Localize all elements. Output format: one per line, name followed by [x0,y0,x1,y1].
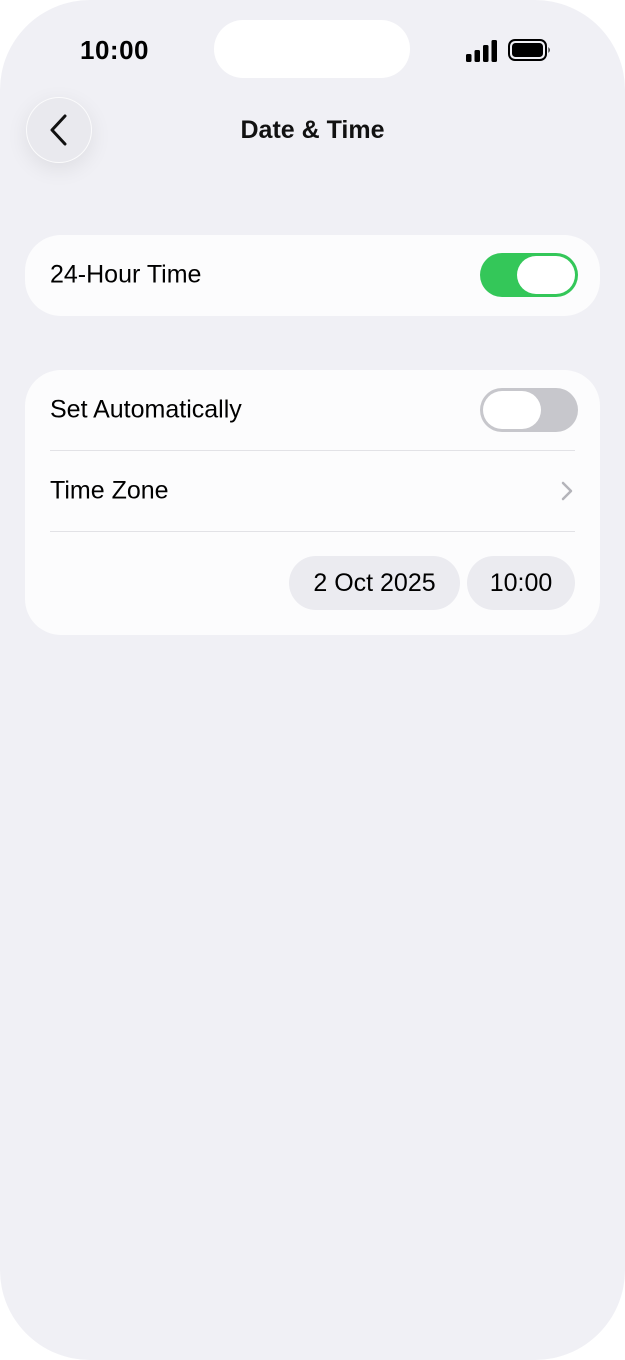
toggle-knob [483,391,541,429]
divider [50,531,575,532]
row-time-zone[interactable]: Time Zone [50,451,578,531]
toggle-24-hour-time[interactable] [480,253,578,297]
row-label-set-automatically: Set Automatically [50,395,242,424]
toggle-set-automatically[interactable] [480,388,578,432]
settings-group-datetime: Set Automatically Time Zone 2 Oct 2025 1… [25,370,600,635]
chevron-right-icon [561,481,573,501]
phone-screen: 10:00 Date & Time 24-Hour Time Set Autom… [0,0,625,1360]
dynamic-island [214,20,410,78]
battery-full-icon [508,39,550,61]
row-label-time-zone: Time Zone [50,476,169,505]
row-24-hour-time: 24-Hour Time [50,235,578,315]
time-picker-button[interactable]: 10:00 [467,556,575,610]
settings-group-format: 24-Hour Time [25,235,600,316]
toggle-knob [517,256,575,294]
row-set-automatically: Set Automatically [50,370,578,450]
cellular-signal-icon [466,40,497,62]
page-title: Date & Time [240,116,385,144]
row-label-24-hour-time: 24-Hour Time [50,260,202,289]
status-bar-time: 10:00 [80,35,149,65]
date-picker-button[interactable]: 2 Oct 2025 [289,556,460,610]
